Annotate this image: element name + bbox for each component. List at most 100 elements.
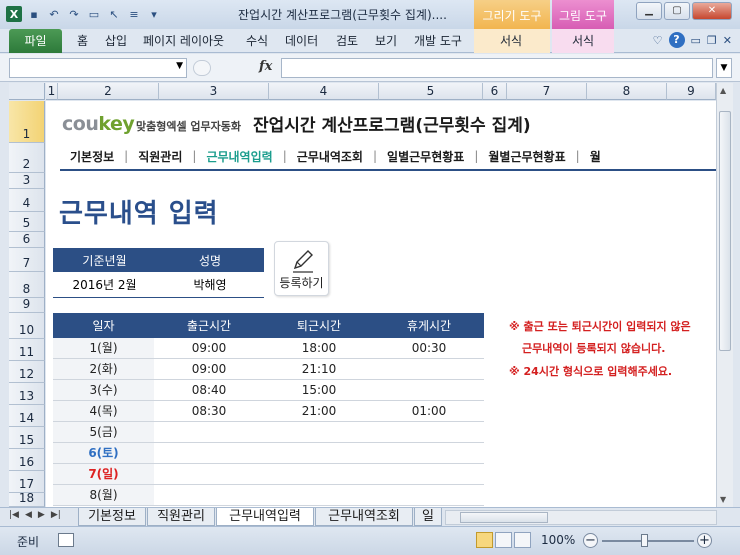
- tab-insert[interactable]: 삽입: [105, 29, 127, 53]
- scroll-thumb[interactable]: [719, 111, 731, 351]
- row-header[interactable]: 17: [9, 471, 45, 493]
- menu-item-staff[interactable]: 직원관리: [128, 148, 192, 165]
- row-header[interactable]: 3: [9, 173, 45, 189]
- normal-view-icon[interactable]: [476, 532, 493, 548]
- row-header[interactable]: 4: [9, 189, 45, 212]
- register-button[interactable]: 등록하기: [274, 241, 329, 296]
- first-sheet-icon[interactable]: |◀: [9, 510, 19, 520]
- vertical-scrollbar[interactable]: ▲ ▼: [716, 83, 733, 507]
- menu-item-monthly-report[interactable]: 월별근무현황표: [478, 148, 575, 165]
- redo-icon[interactable]: ↷: [66, 6, 82, 22]
- minimize-button[interactable]: ▁: [636, 2, 662, 20]
- excel-icon[interactable]: X: [6, 6, 22, 22]
- column-header[interactable]: 7: [507, 83, 587, 100]
- menu-item-more[interactable]: 월: [580, 148, 611, 165]
- checkin-cell[interactable]: 09:00: [154, 362, 264, 376]
- page-layout-view-icon[interactable]: [495, 532, 512, 548]
- minimize-doc-icon[interactable]: ▭: [691, 34, 701, 47]
- hscroll-thumb[interactable]: [460, 512, 548, 523]
- sheet-tab-more[interactable]: 일: [414, 508, 442, 526]
- tab-formulas[interactable]: 수식: [246, 29, 268, 53]
- column-header[interactable]: 3: [159, 83, 269, 100]
- sheet-tab-basic-info[interactable]: 기본정보: [78, 508, 146, 526]
- formula-options-icon[interactable]: [193, 60, 211, 76]
- zoom-in-icon[interactable]: +: [697, 533, 712, 548]
- column-header[interactable]: 9: [667, 83, 716, 100]
- help-icon[interactable]: ?: [668, 32, 685, 48]
- column-header[interactable]: 8: [587, 83, 667, 100]
- row-header[interactable]: 1: [9, 101, 45, 143]
- row-header[interactable]: 14: [9, 405, 45, 427]
- zoom-slider-thumb[interactable]: [641, 534, 648, 547]
- format-icon[interactable]: ≡: [126, 6, 142, 22]
- tab-developer[interactable]: 개발 도구: [414, 29, 462, 53]
- name-box[interactable]: ▼: [9, 58, 187, 78]
- row-header[interactable]: 16: [9, 449, 45, 471]
- macro-record-icon[interactable]: [58, 533, 74, 547]
- menu-item-work-entry[interactable]: 근무내역입력: [196, 148, 282, 165]
- collapse-ribbon-icon[interactable]: ♡: [653, 34, 663, 47]
- row-header[interactable]: 13: [9, 383, 45, 405]
- drawing-tools-tab[interactable]: 그리기 도구: [474, 0, 550, 29]
- row-header[interactable]: 10: [9, 313, 45, 339]
- checkout-cell[interactable]: 15:00: [264, 383, 374, 397]
- camera-icon[interactable]: ▭: [86, 6, 102, 22]
- zoom-level[interactable]: 100%: [541, 533, 575, 547]
- customize-qat-icon[interactable]: ▾: [146, 6, 162, 22]
- info-name-value[interactable]: 박해영: [156, 276, 264, 293]
- maximize-button[interactable]: ▢: [664, 2, 690, 20]
- tab-home[interactable]: 홈: [77, 29, 88, 53]
- formula-input[interactable]: [281, 58, 713, 78]
- scroll-down-icon[interactable]: ▼: [720, 495, 726, 504]
- sheet-tab-staff[interactable]: 직원관리: [147, 508, 215, 526]
- checkin-cell[interactable]: 08:40: [154, 383, 264, 397]
- row-header[interactable]: 6: [9, 232, 45, 248]
- select-all-corner[interactable]: [9, 83, 45, 100]
- tab-review[interactable]: 검토: [336, 29, 358, 53]
- tab-format-picture[interactable]: 서식: [572, 29, 594, 53]
- insert-function-icon[interactable]: fx: [259, 59, 272, 74]
- checkout-cell[interactable]: 21:10: [264, 362, 374, 376]
- column-header[interactable]: 5: [379, 83, 483, 100]
- row-header[interactable]: 2: [9, 143, 45, 173]
- row-header[interactable]: 7: [9, 248, 45, 272]
- menu-item-work-lookup[interactable]: 근무내역조회: [287, 148, 373, 165]
- checkin-cell[interactable]: 09:00: [154, 341, 264, 355]
- checkout-cell[interactable]: 21:00: [264, 404, 374, 418]
- tab-view[interactable]: 보기: [375, 29, 397, 53]
- row-header[interactable]: 5: [9, 212, 45, 232]
- worksheet[interactable]: coukey 맞춤형엑셀 업무자동화 잔업시간 계산프로그램(근무횟수 집계) …: [46, 101, 716, 507]
- expand-formula-bar-icon[interactable]: ▼: [716, 58, 732, 78]
- sheet-tab-work-entry[interactable]: 근무내역입력: [216, 508, 314, 526]
- chevron-down-icon[interactable]: ▼: [176, 61, 183, 71]
- row-header[interactable]: 12: [9, 361, 45, 383]
- tab-page-layout[interactable]: 페이지 레이아웃: [143, 29, 224, 53]
- menu-item-daily-report[interactable]: 일별근무현황표: [377, 148, 474, 165]
- column-header[interactable]: 1: [46, 83, 58, 100]
- menu-item-basic-info[interactable]: 기본정보: [60, 148, 124, 165]
- row-header[interactable]: 11: [9, 339, 45, 361]
- picture-tools-tab[interactable]: 그림 도구: [552, 0, 614, 29]
- undo-icon[interactable]: ↶: [46, 6, 62, 22]
- pointer-icon[interactable]: ↖: [106, 6, 122, 22]
- column-header[interactable]: 6: [483, 83, 507, 100]
- tab-data[interactable]: 데이터: [285, 29, 318, 53]
- column-header[interactable]: 4: [269, 83, 379, 100]
- row-header[interactable]: 9: [9, 297, 45, 313]
- info-month-value[interactable]: 2016년 2월: [53, 276, 156, 293]
- save-icon[interactable]: ▪: [26, 6, 42, 22]
- restore-doc-icon[interactable]: ❐: [707, 34, 717, 47]
- row-header[interactable]: 15: [9, 427, 45, 449]
- checkin-cell[interactable]: 08:30: [154, 404, 264, 418]
- row-header[interactable]: 8: [9, 272, 45, 298]
- column-header[interactable]: 2: [58, 83, 159, 100]
- horizontal-scrollbar[interactable]: [445, 510, 717, 525]
- page-break-view-icon[interactable]: [514, 532, 531, 548]
- tab-format-drawing[interactable]: 서식: [500, 29, 522, 53]
- checkout-cell[interactable]: 18:00: [264, 341, 374, 355]
- close-button[interactable]: ✕: [692, 2, 732, 20]
- sheet-tab-work-lookup[interactable]: 근무내역조회: [315, 508, 413, 526]
- file-tab[interactable]: 파일: [9, 29, 62, 53]
- close-doc-icon[interactable]: ✕: [723, 34, 732, 47]
- scroll-up-icon[interactable]: ▲: [720, 86, 726, 95]
